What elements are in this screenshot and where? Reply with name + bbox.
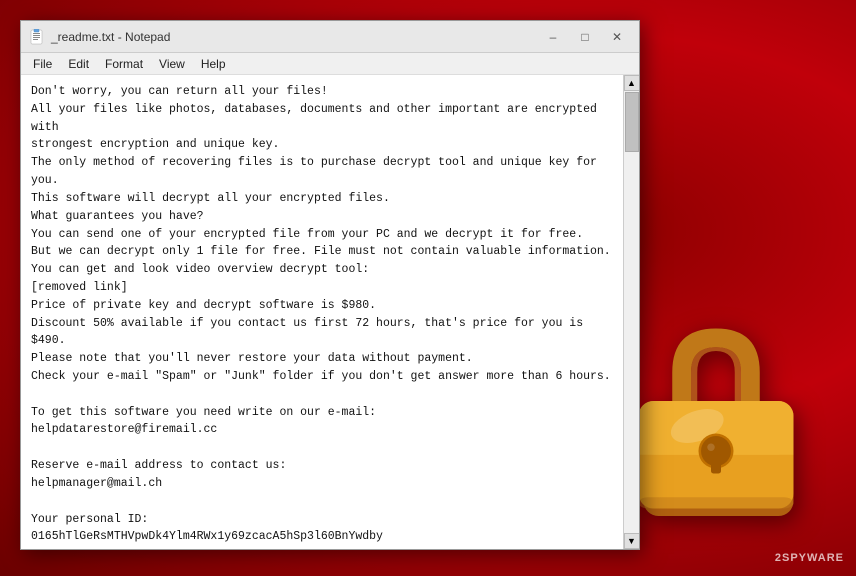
scroll-down-arrow[interactable]: ▼ bbox=[624, 533, 640, 549]
scrollbar[interactable]: ▲ ▼ bbox=[623, 75, 639, 549]
menu-bar: File Edit Format View Help bbox=[21, 53, 639, 75]
lock-icon-container bbox=[626, 316, 826, 536]
text-content[interactable]: Don't worry, you can return all your fil… bbox=[21, 75, 623, 549]
notepad-icon bbox=[29, 29, 45, 45]
content-area: Don't worry, you can return all your fil… bbox=[21, 75, 639, 549]
menu-view[interactable]: View bbox=[151, 55, 193, 73]
scroll-track[interactable] bbox=[624, 91, 639, 533]
maximize-button[interactable]: □ bbox=[571, 27, 599, 47]
watermark: 2SPYWARE bbox=[775, 552, 844, 564]
lock-icon bbox=[626, 316, 806, 516]
title-bar: _readme.txt - Notepad – □ ✕ bbox=[21, 21, 639, 53]
notepad-window: _readme.txt - Notepad – □ ✕ File Edit Fo… bbox=[20, 20, 640, 550]
menu-edit[interactable]: Edit bbox=[60, 55, 97, 73]
menu-format[interactable]: Format bbox=[97, 55, 151, 73]
minimize-button[interactable]: – bbox=[539, 27, 567, 47]
title-bar-controls: – □ ✕ bbox=[539, 27, 631, 47]
scroll-thumb[interactable] bbox=[625, 92, 639, 152]
menu-help[interactable]: Help bbox=[193, 55, 234, 73]
window-title: _readme.txt - Notepad bbox=[51, 30, 539, 44]
menu-file[interactable]: File bbox=[25, 55, 60, 73]
close-button[interactable]: ✕ bbox=[603, 27, 631, 47]
watermark-text: 2SPYWARE bbox=[775, 552, 844, 564]
scroll-up-arrow[interactable]: ▲ bbox=[624, 75, 640, 91]
